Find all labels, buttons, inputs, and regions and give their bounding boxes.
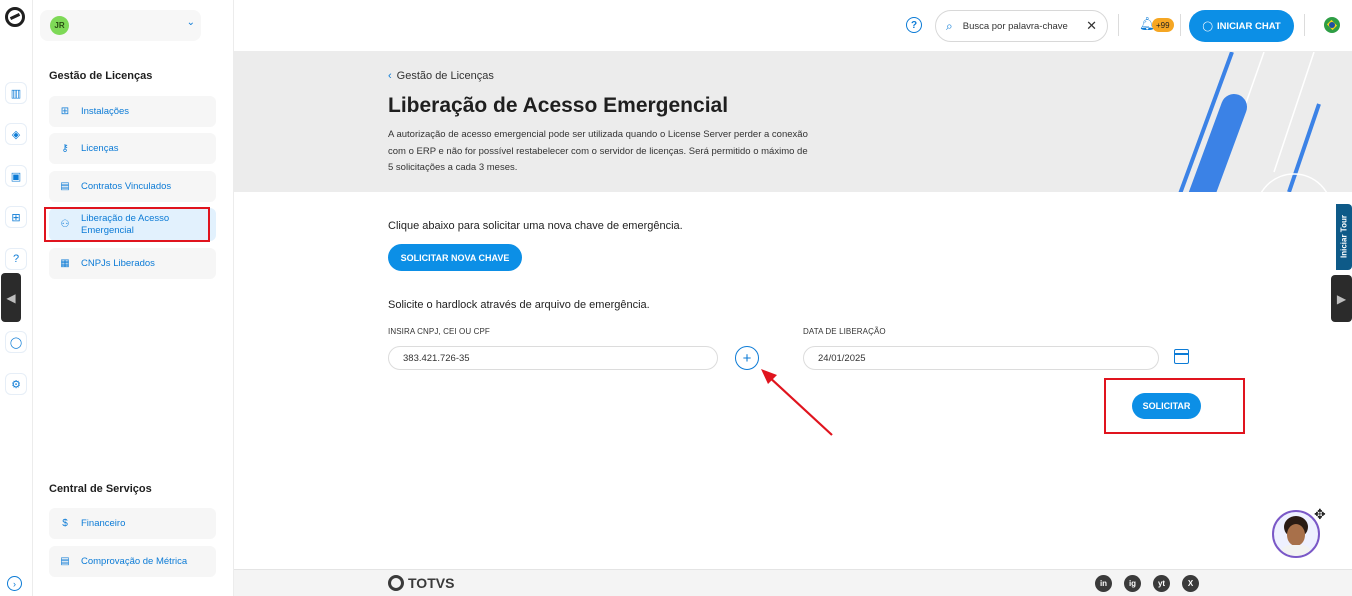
- chevron-left-icon: ‹: [388, 70, 392, 82]
- brazil-flag-icon[interactable]: [1324, 17, 1340, 33]
- hardlock-text: Solicite o hardlock através de arquivo d…: [388, 299, 650, 311]
- footer: TOTVS in ig yt X: [234, 569, 1352, 596]
- sidebar-item-licenses[interactable]: ⚷ Licenças: [49, 133, 216, 164]
- breadcrumb[interactable]: ‹ Gestão de Licenças: [388, 70, 494, 82]
- chat-icon[interactable]: ◯: [5, 331, 27, 353]
- search-input[interactable]: Busca por palavra-chave: [963, 21, 1068, 32]
- notification-badge: +99: [1152, 18, 1174, 32]
- document-icon: ▤: [60, 556, 70, 567]
- divider: [1304, 14, 1305, 36]
- sidebar-item-label: Contratos Vinculados: [81, 181, 172, 192]
- annotation-arrow-icon: [761, 369, 833, 436]
- sidebar-item-cnpjs[interactable]: ▦ CNPJs Liberados: [49, 248, 216, 279]
- sidebar-item-label: Instalações: [81, 106, 130, 117]
- sidebar-item-metrics[interactable]: ▤ Comprovação de Métrica: [49, 546, 216, 577]
- section-title-licenses: Gestão de Licenças: [49, 70, 153, 82]
- left-rail: ▥ ◈ ▣ ⊞ ? ◀ ◯ ⚙ ›: [0, 0, 33, 596]
- divider: [1118, 14, 1119, 36]
- search-icon: ⌕: [946, 18, 953, 33]
- cnpj-field[interactable]: 383.421.726-35: [388, 346, 718, 370]
- chat-icon: ◯: [1202, 20, 1213, 32]
- virtual-assistant-avatar[interactable]: [1272, 510, 1320, 558]
- sidebar: JR ⌄ Gestão de Licenças ⊞ Instalações ⚷ …: [33, 0, 234, 596]
- ticket-icon[interactable]: ⊞: [5, 206, 27, 228]
- page-title: Liberação de Acesso Emergencial: [388, 94, 729, 117]
- sidebar-item-label: Licenças: [81, 143, 119, 154]
- search-box[interactable]: ⌕ Busca por palavra-chave ✕: [935, 10, 1108, 42]
- x-twitter-icon[interactable]: X: [1182, 575, 1199, 592]
- start-tour-tab[interactable]: Iniciar Tour: [1336, 204, 1352, 270]
- move-icon[interactable]: ✥: [1314, 506, 1326, 523]
- sidebar-item-financial[interactable]: $ Financeiro: [49, 508, 216, 539]
- date-field[interactable]: 24/01/2025: [803, 346, 1159, 370]
- help-icon[interactable]: ?: [906, 17, 922, 33]
- document-icon: ▤: [60, 181, 70, 192]
- highlight-box-submit: [1104, 378, 1245, 434]
- key-icon: ⚷: [61, 143, 69, 154]
- sidebar-item-installations[interactable]: ⊞ Instalações: [49, 96, 216, 127]
- help-icon[interactable]: ?: [5, 248, 27, 270]
- installations-icon: ⊞: [60, 106, 70, 117]
- layers-icon[interactable]: ◈: [5, 123, 27, 145]
- collapse-left-icon[interactable]: ◀: [1, 273, 21, 322]
- expand-menu-icon[interactable]: ›: [7, 576, 22, 591]
- date-field-label: DATA DE LIBERAÇÃO: [803, 327, 886, 336]
- instagram-icon[interactable]: ig: [1124, 575, 1141, 592]
- sidebar-item-label: Financeiro: [81, 518, 126, 529]
- totvs-logo-icon: [388, 575, 404, 591]
- page-description: A autorização de acesso emergencial pode…: [388, 129, 808, 173]
- dollar-icon: $: [62, 518, 68, 529]
- section-title-services: Central de Serviços: [49, 483, 152, 495]
- chevron-down-icon: ⌄: [186, 17, 195, 28]
- start-chat-button[interactable]: ◯ INICIAR CHAT: [1189, 10, 1294, 42]
- linkedin-icon[interactable]: in: [1095, 575, 1112, 592]
- sidebar-item-label: Comprovação de Métrica: [81, 556, 188, 567]
- briefcase-icon[interactable]: ▣: [5, 165, 27, 187]
- cnpj-field-label: INSIRA CNPJ, CEI OU CPF: [388, 327, 490, 336]
- sidebar-item-contracts[interactable]: ▤ Contratos Vinculados: [49, 171, 216, 202]
- new-key-text: Clique abaixo para solicitar uma nova ch…: [388, 220, 683, 232]
- youtube-icon[interactable]: yt: [1153, 575, 1170, 592]
- footer-logo: TOTVS: [388, 575, 454, 591]
- settings-icon[interactable]: ⚙: [5, 373, 27, 395]
- divider: [1180, 14, 1181, 36]
- request-new-key-button[interactable]: SOLICITAR NOVA CHAVE: [388, 244, 522, 271]
- close-icon[interactable]: ✕: [1086, 18, 1097, 34]
- sidebar-item-label: CNPJs Liberados: [81, 258, 155, 269]
- building-icon: ▦: [60, 258, 70, 269]
- expand-right-icon[interactable]: ▶: [1331, 275, 1352, 322]
- avatar: JR: [50, 16, 69, 35]
- top-header: ? ⌕ Busca por palavra-chave ✕ 🔔︎ +99 ◯ I…: [234, 0, 1352, 52]
- page-banner: ‹ Gestão de Licenças Liberação de Acesso …: [234, 52, 1352, 192]
- calendar-icon[interactable]: [1174, 349, 1189, 364]
- dashboard-icon[interactable]: ▥: [5, 82, 27, 104]
- totvs-logo-icon[interactable]: [5, 7, 25, 27]
- decorative-lines-icon: [1178, 52, 1328, 192]
- highlight-box-sidebar: [44, 207, 210, 242]
- user-selector[interactable]: JR ⌄: [40, 10, 201, 41]
